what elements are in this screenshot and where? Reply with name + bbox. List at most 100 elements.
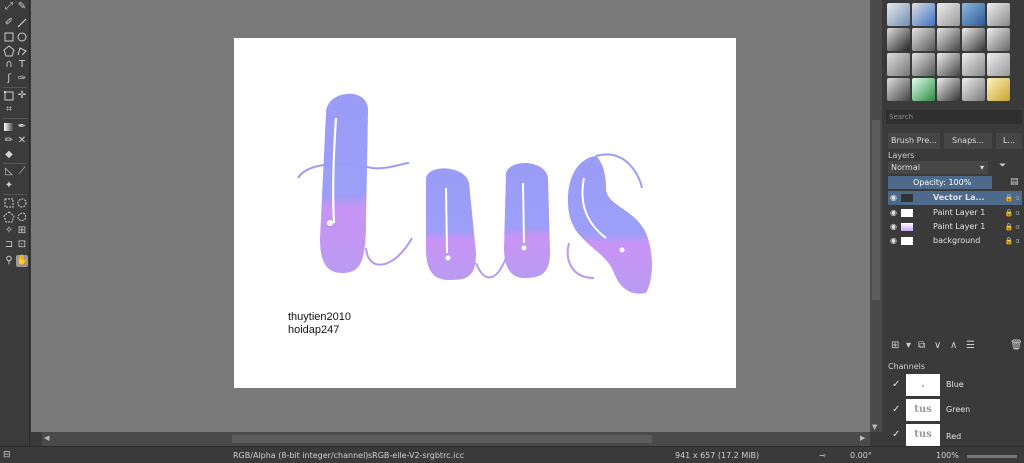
- move-layer-up-icon[interactable]: ∧: [950, 340, 957, 351]
- checkmark-icon[interactable]: ✓: [892, 404, 900, 415]
- layer-lock-alpha-icons[interactable]: 🔒 α: [1004, 191, 1020, 205]
- vertical-scroll-thumb[interactable]: [872, 120, 880, 300]
- delete-layer-icon[interactable]: 🗑: [1010, 340, 1023, 351]
- calligraphy-tool-icon[interactable]: ✎: [16, 1, 28, 13]
- bezier-tool-icon[interactable]: ∩: [3, 59, 15, 71]
- layer-lock-alpha-icons[interactable]: 🔒 α: [1004, 220, 1020, 234]
- brush-preset-yellow[interactable]: [987, 78, 1010, 101]
- add-layer-menu-icon[interactable]: ▾: [906, 340, 911, 351]
- brush-preset-sketch[interactable]: [987, 28, 1010, 51]
- text-tool-icon[interactable]: T: [16, 59, 28, 71]
- visibility-eye-icon[interactable]: ◉: [890, 206, 897, 220]
- brush-search-input[interactable]: Search: [886, 110, 1022, 124]
- visibility-eye-icon[interactable]: ◉: [890, 220, 897, 234]
- color-picker-icon[interactable]: ✒: [16, 121, 28, 133]
- brush-preset-selected[interactable]: [962, 3, 985, 26]
- pan-tool-icon[interactable]: ✋: [16, 255, 28, 267]
- brush-preset-eraser[interactable]: [887, 3, 910, 26]
- selection-status-icon[interactable]: ⊟: [3, 447, 11, 463]
- move-tool-icon[interactable]: ✛: [16, 90, 28, 102]
- brush-preset-airbrush[interactable]: [937, 3, 960, 26]
- polygon-tool-icon[interactable]: [3, 45, 15, 57]
- brush-preset-pen-blue[interactable]: [912, 3, 935, 26]
- checkmark-icon[interactable]: ✓: [892, 429, 900, 440]
- reference-images-icon[interactable]: ✦: [3, 180, 15, 192]
- crop-tool-icon[interactable]: ⌗: [3, 104, 15, 116]
- layer-properties-icon[interactable]: ▤: [1010, 177, 1019, 187]
- layer-row-paint-1[interactable]: ◉ Paint Layer 1 🔒 α: [888, 206, 1022, 220]
- tab-snapshots[interactable]: Snaps...: [944, 133, 992, 149]
- assistant-tool-icon[interactable]: ◺: [3, 166, 15, 178]
- horizontal-scrollbar[interactable]: ◀ ▶: [42, 432, 870, 446]
- canvas-area[interactable]: thuytien2010 hoidap247: [31, 0, 870, 432]
- document-canvas[interactable]: thuytien2010 hoidap247: [234, 38, 736, 388]
- duplicate-layer-icon[interactable]: ⧉: [918, 340, 925, 351]
- tab-more[interactable]: L...: [996, 133, 1022, 149]
- filter-icon[interactable]: ⏷: [999, 161, 1006, 171]
- layer-row-background[interactable]: ◉ background 🔒 α: [888, 234, 1022, 248]
- brush-preset-bristles[interactable]: [887, 78, 910, 101]
- brush-preset-charcoal[interactable]: [912, 53, 935, 76]
- channel-row-red[interactable]: ✓ tus Red: [888, 423, 1022, 446]
- channels-title: Channels: [888, 362, 926, 371]
- zoom-slider[interactable]: [967, 455, 1017, 458]
- scroll-left-arrow-icon[interactable]: ◀: [44, 434, 49, 442]
- gradient-tool-icon[interactable]: [3, 121, 15, 133]
- smart-patch-icon[interactable]: ✕: [16, 135, 28, 147]
- contiguous-select-icon[interactable]: ✧: [3, 225, 15, 237]
- polygon-select-icon[interactable]: [3, 211, 15, 223]
- layer-lock-alpha-icons[interactable]: 🔒 α: [1004, 234, 1020, 248]
- bezier-select-icon[interactable]: ⊐: [3, 239, 15, 251]
- visibility-eye-icon[interactable]: ◉: [890, 191, 897, 205]
- freehand-select-icon[interactable]: [16, 211, 28, 223]
- scroll-right-arrow-icon[interactable]: ▶: [860, 434, 865, 442]
- rectangle-tool-icon[interactable]: [3, 31, 15, 43]
- line-tool-icon[interactable]: [16, 17, 28, 29]
- blend-mode-select[interactable]: Normal ▾: [888, 161, 988, 174]
- transform-tool-icon[interactable]: ⤢: [3, 1, 15, 13]
- freehand-brush-tool-icon[interactable]: ✐: [3, 17, 15, 29]
- channel-row-green[interactable]: ✓ tus Green: [888, 398, 1022, 422]
- brush-preset-green[interactable]: [912, 78, 935, 101]
- brush-preset-wet[interactable]: [937, 78, 960, 101]
- measure-tool-icon[interactable]: ⟋: [16, 166, 28, 178]
- fill-tool-icon[interactable]: ◆: [3, 149, 15, 161]
- horizontal-scroll-thumb[interactable]: [232, 435, 652, 443]
- freehand-path-tool-icon[interactable]: ʃ: [3, 73, 15, 85]
- brush-preset-soft[interactable]: [987, 53, 1010, 76]
- brush-preset-texture[interactable]: [962, 78, 985, 101]
- colorize-mask-icon[interactable]: ✏: [3, 135, 15, 147]
- zoom-tool-icon[interactable]: ⚲: [3, 255, 15, 267]
- tab-brush-presets[interactable]: Brush Pre...: [888, 133, 940, 149]
- brush-preset-ink[interactable]: [887, 28, 910, 51]
- crop-transform-icon[interactable]: [3, 90, 15, 102]
- brush-preset-marker[interactable]: [912, 28, 935, 51]
- layer-row-vector[interactable]: ◉ Vector La... 🔒 α: [888, 191, 1022, 205]
- opacity-slider[interactable]: Opacity: 100%: [888, 176, 992, 189]
- layer-thumbnail: [901, 223, 913, 231]
- layer-row-paint-2[interactable]: ◉ Paint Layer 1 🔒 α: [888, 220, 1022, 234]
- scroll-down-arrow-icon[interactable]: ▼: [872, 423, 877, 431]
- checkmark-icon[interactable]: ✓: [892, 379, 900, 390]
- add-layer-icon[interactable]: ⊞: [891, 340, 899, 351]
- brush-preset-brushpen[interactable]: [962, 28, 985, 51]
- magnetic-select-icon[interactable]: ⊡: [16, 239, 28, 251]
- move-layer-down-icon[interactable]: ∨: [934, 340, 941, 351]
- vertical-scrollbar[interactable]: ▼: [870, 0, 882, 432]
- rotation-reset-icon[interactable]: ⊸: [819, 447, 826, 463]
- ellipse-tool-icon[interactable]: [16, 31, 28, 43]
- layer-properties-button-icon[interactable]: ☰: [966, 340, 975, 351]
- polyline-tool-icon[interactable]: [16, 45, 28, 57]
- visibility-eye-icon[interactable]: ◉: [890, 234, 897, 248]
- rect-select-icon[interactable]: [3, 197, 15, 209]
- brush-preset-pencil[interactable]: [887, 53, 910, 76]
- ellipse-select-icon[interactable]: [16, 197, 28, 209]
- brush-preset-blender[interactable]: [987, 3, 1010, 26]
- brush-preset-chalk[interactable]: [937, 53, 960, 76]
- brush-preset-fineliner[interactable]: [937, 28, 960, 51]
- layer-lock-alpha-icons[interactable]: 🔒 α: [1004, 206, 1020, 220]
- channel-row-blue[interactable]: ✓ . Blue: [888, 373, 1022, 397]
- brush-preset-crayon[interactable]: [962, 53, 985, 76]
- dynamic-brush-tool-icon[interactable]: ✑: [16, 73, 28, 85]
- similar-color-select-icon[interactable]: ⊞: [16, 225, 28, 237]
